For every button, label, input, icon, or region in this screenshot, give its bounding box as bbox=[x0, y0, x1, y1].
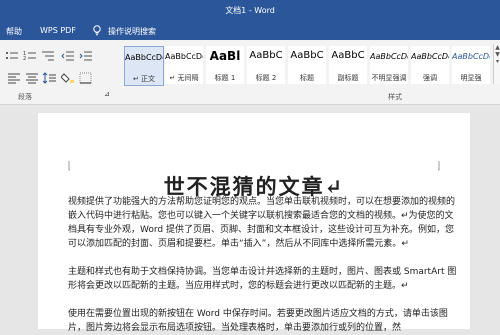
decrease-indent-icon[interactable] bbox=[60, 46, 76, 61]
title-bar: 文档1 - Word bbox=[0, 0, 500, 20]
ribbon: 12 段落 ⊿ AaBbCcDd ↵ 正文 AaBbCcDd ↵ 无间隔 AaB… bbox=[0, 40, 500, 105]
corner-mark-left bbox=[68, 161, 70, 171]
increase-indent-icon[interactable] bbox=[78, 46, 94, 61]
numbering-icon[interactable]: 12 bbox=[22, 46, 38, 62]
multilevel-list-icon[interactable] bbox=[40, 46, 56, 61]
shading-icon[interactable] bbox=[60, 68, 76, 83]
style-no-spacing[interactable]: AaBbCcDd ↵ 无间隔 bbox=[165, 46, 203, 84]
style-subtitle[interactable]: AaBbC 副标题 bbox=[329, 46, 367, 84]
document-page[interactable]: 世不混猜的文章↵ 视频提供了功能强大的方法帮助您证明您的观点。当您单击联机视频时… bbox=[38, 113, 470, 333]
paragraph-1: 视频提供了功能强大的方法帮助您证明您的观点。当您单击联机视频时，可以在想要添加的… bbox=[68, 197, 456, 249]
menu-bar: 帮助 WPS PDF 操作说明搜索 bbox=[0, 20, 500, 40]
style-heading-1[interactable]: AaBl 标题 1 bbox=[206, 46, 244, 84]
dialog-launcher-icon[interactable]: ⊿ bbox=[104, 90, 110, 98]
window-title: 文档1 - Word bbox=[225, 6, 275, 15]
paragraph-2: 主题和样式也有助于文档保持协调。当您单击设计并选择新的主题时，图片、图表或 Sm… bbox=[68, 267, 457, 291]
style-title[interactable]: AaBbC 标题 bbox=[288, 46, 326, 84]
borders-icon[interactable] bbox=[78, 68, 94, 84]
style-intense-emphasis[interactable]: AaBbCcDd 明显强 bbox=[452, 46, 490, 84]
line-spacing-icon[interactable] bbox=[42, 68, 58, 84]
menu-help[interactable]: 帮助 bbox=[6, 26, 22, 37]
paragraph-group-label: 段落 bbox=[18, 93, 32, 101]
styles-group-label: 样式 bbox=[388, 93, 402, 101]
svg-text:2: 2 bbox=[23, 56, 26, 62]
align-left-icon[interactable] bbox=[6, 68, 22, 84]
style-gallery-scroll[interactable]: ▲ ▼ ▾ bbox=[493, 44, 500, 84]
lightbulb-icon bbox=[93, 25, 101, 36]
paragraph-3: 使用在需要位置出现的新按钮在 Word 中保存时间。若要更改图片适应文档的方式，… bbox=[68, 309, 448, 333]
bullets-icon[interactable] bbox=[4, 46, 20, 60]
menu-wps-pdf[interactable]: WPS PDF bbox=[40, 26, 76, 35]
style-heading-2[interactable]: AaBbC 标题 2 bbox=[247, 46, 285, 84]
style-subtle-emphasis[interactable]: AaBbCcDd 不明显强调 bbox=[370, 46, 408, 84]
style-emphasis[interactable]: AaBbCcDd 强调 bbox=[411, 46, 449, 84]
corner-mark-right bbox=[438, 161, 440, 171]
style-normal[interactable]: AaBbCcDd ↵ 正文 bbox=[124, 46, 164, 86]
tell-me-search[interactable]: 操作说明搜索 bbox=[108, 26, 156, 37]
align-center-icon[interactable] bbox=[24, 68, 40, 84]
